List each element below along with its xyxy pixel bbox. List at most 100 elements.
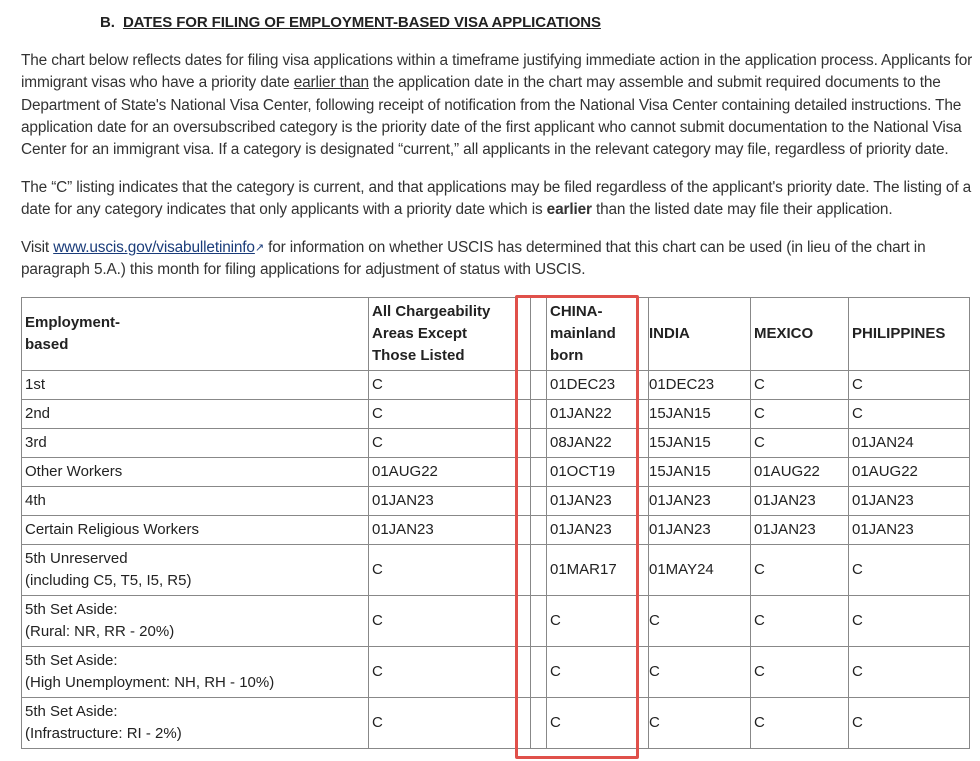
cell-all-chargeability: C: [368, 646, 531, 698]
header-china: CHINA- mainland born: [546, 297, 649, 371]
cell-mexico: 01JAN23: [750, 515, 849, 545]
table-row: 5th Set Aside: (Infrastructure: RI - 2%)…: [21, 697, 970, 749]
cell-category: 1st: [21, 370, 369, 400]
cell-india: C: [648, 697, 751, 749]
cell-india: 01DEC23: [648, 370, 751, 400]
cell-china: 08JAN22: [546, 428, 649, 458]
paragraph3-text-a: Visit: [21, 239, 54, 256]
cell-all-chargeability: 01AUG22: [368, 457, 531, 487]
cell-philippines: C: [848, 646, 970, 698]
cell-india: 15JAN15: [648, 457, 751, 487]
table-row: 2nd C 01JAN22 15JAN15 C C: [21, 399, 970, 429]
cell-category: 3rd: [21, 428, 369, 458]
cell-category: 5th Set Aside: (Rural: NR, RR - 20%): [21, 595, 369, 647]
cell-philippines: 01JAN24: [848, 428, 970, 458]
table-row: 5th Unreserved (including C5, T5, I5, R5…: [21, 544, 970, 596]
cell-spacer: [530, 697, 547, 749]
cell-all-chargeability: 01JAN23: [368, 486, 531, 516]
paragraph2-text-b: than the listed date may file their appl…: [591, 201, 893, 219]
cell-mexico: 01AUG22: [750, 457, 849, 487]
header-mexico: MEXICO: [750, 297, 849, 371]
cell-mexico: C: [750, 595, 849, 647]
table-row: 5th Set Aside: (High Unemployment: NH, R…: [21, 646, 970, 698]
cell-all-chargeability: C: [368, 370, 531, 400]
cell-spacer: [530, 646, 547, 698]
visa-dates-table: Employment- based All Chargeability Area…: [21, 297, 970, 749]
cell-spacer: [530, 399, 547, 429]
header-employment-based: Employment- based: [21, 297, 369, 371]
cell-philippines: 01AUG22: [848, 457, 970, 487]
cell-india: C: [648, 595, 751, 647]
cell-china: C: [546, 697, 649, 749]
cell-philippines: 01JAN23: [848, 486, 970, 516]
table-row: Certain Religious Workers 01JAN23 01JAN23 0…: [21, 515, 970, 545]
cell-all-chargeability: C: [368, 697, 531, 749]
section-label: B.: [100, 14, 115, 31]
external-link-icon: ↗: [254, 242, 264, 254]
header-all-chargeability: All Chargeability Areas Except Those Lis…: [368, 297, 531, 371]
paragraph2-bold: earlier: [546, 201, 592, 219]
table-row: Other Workers 01AUG22 01OCT19 15JAN15 01AUG2…: [21, 457, 970, 487]
table-row: 3rd C 08JAN22 15JAN15 C 01JAN24: [21, 428, 970, 458]
table-body: 1st C 01DEC23 01DEC23 C C 2nd C 01JAN22 15JAN15 C C…: [21, 370, 970, 749]
cell-category: 5th Unreserved (including C5, T5, I5, R5…: [21, 544, 369, 596]
cell-spacer: [530, 515, 547, 545]
cell-all-chargeability: C: [368, 399, 531, 429]
cell-mexico: C: [750, 399, 849, 429]
cell-philippines: C: [848, 370, 970, 400]
cell-philippines: C: [848, 697, 970, 749]
cell-category: 5th Set Aside: (Infrastructure: RI - 2%): [21, 697, 369, 749]
cell-mexico: C: [750, 544, 849, 596]
cell-india: C: [648, 646, 751, 698]
cell-mexico: 01JAN23: [750, 486, 849, 516]
cell-china: 01DEC23: [546, 370, 649, 400]
cell-philippines: 01JAN23: [848, 515, 970, 545]
header-india: INDIA: [648, 297, 751, 371]
cell-china: 01JAN23: [546, 486, 649, 516]
cell-china: 01OCT19: [546, 457, 649, 487]
cell-china: 01JAN23: [546, 515, 649, 545]
cell-spacer: [530, 428, 547, 458]
cell-spacer: [530, 457, 547, 487]
cell-mexico: C: [750, 646, 849, 698]
cell-spacer: [530, 370, 547, 400]
cell-china: C: [546, 646, 649, 698]
paragraph-current-listing: The “C” listing indicates that the categ…: [21, 177, 973, 222]
cell-china: 01MAR17: [546, 544, 649, 596]
section-heading: B. DATES FOR FILING OF EMPLOYMENT-BASED …: [100, 14, 601, 31]
section-title: DATES FOR FILING OF EMPLOYMENT-BASED VIS…: [122, 14, 601, 31]
table-row: 5th Set Aside: (Rural: NR, RR - 20%) C C C C…: [21, 595, 970, 647]
cell-china: C: [546, 595, 649, 647]
cell-all-chargeability: C: [368, 428, 531, 458]
table-row: 1st C 01DEC23 01DEC23 C C: [21, 370, 970, 400]
cell-category: 4th: [21, 486, 369, 516]
cell-philippines: C: [848, 544, 970, 596]
cell-all-chargeability: 01JAN23: [368, 515, 531, 545]
cell-india: 01MAY24: [648, 544, 751, 596]
cell-all-chargeability: C: [368, 595, 531, 647]
cell-india: 15JAN15: [648, 399, 751, 429]
table-header-row: Employment- based All Chargeability Area…: [21, 297, 970, 371]
cell-india: 01JAN23: [648, 515, 751, 545]
cell-india: 01JAN23: [648, 486, 751, 516]
cell-mexico: C: [750, 428, 849, 458]
header-spacer: [530, 297, 547, 371]
paragraph-uscis: Visit www.uscis.gov/visabulletininfo↗ fo…: [21, 237, 973, 282]
cell-china: 01JAN22: [546, 399, 649, 429]
cell-category: 2nd: [21, 399, 369, 429]
cell-spacer: [530, 486, 547, 516]
uscis-link[interactable]: www.uscis.gov/visabulletininfo: [53, 239, 255, 256]
cell-category: Other Workers: [21, 457, 369, 487]
cell-category: 5th Set Aside: (High Unemployment: NH, R…: [21, 646, 369, 698]
cell-all-chargeability: C: [368, 544, 531, 596]
cell-category: Certain Religious Workers: [21, 515, 369, 545]
table-row: 4th 01JAN23 01JAN23 01JAN23 01JAN23 01JAN23: [21, 486, 970, 516]
paragraph-filing-chart: The chart below reflects dates for filin…: [21, 50, 973, 161]
paragraph1-underlined: earlier than: [293, 74, 369, 92]
cell-philippines: C: [848, 399, 970, 429]
cell-philippines: C: [848, 595, 970, 647]
cell-mexico: C: [750, 697, 849, 749]
cell-spacer: [530, 595, 547, 647]
header-philippines: PHILIPPINES: [848, 297, 970, 371]
cell-spacer: [530, 544, 547, 596]
